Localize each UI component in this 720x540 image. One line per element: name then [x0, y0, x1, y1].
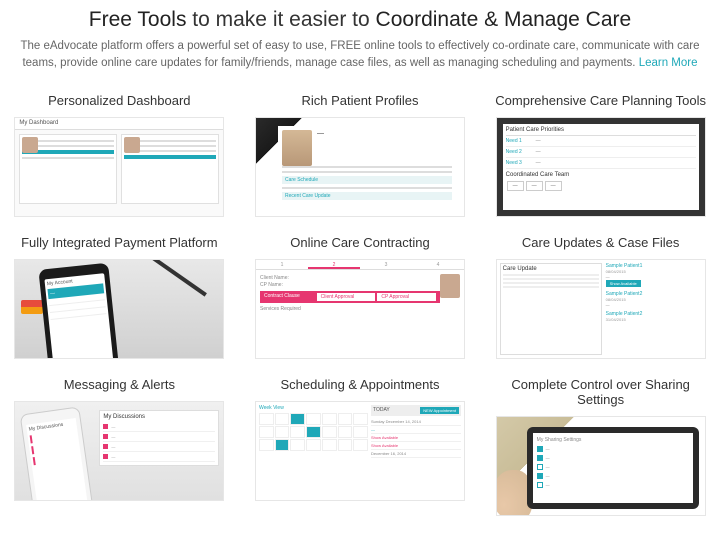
feature-grid: Personalized Dashboard My Dashboard Rich… — [0, 79, 720, 516]
thumb-profiles: — Care Schedule Recent Care Update — [255, 117, 465, 217]
card-title: Complete Control over Sharing Settings — [491, 377, 710, 407]
card-title: Scheduling & Appointments — [251, 377, 470, 392]
thumb-planning: Patient Care Priorities Need 1— Need 2— … — [496, 117, 706, 217]
card-profiles[interactable]: Rich Patient Profiles — Care Schedule Re… — [251, 93, 470, 217]
card-title: Care Updates & Case Files — [491, 235, 710, 250]
card-messaging[interactable]: Messaging & Alerts My Discussions My Dis… — [10, 377, 229, 516]
thumb-scheduling: Week View TODAYNEW Appointment Sunday De… — [255, 401, 465, 501]
card-scheduling[interactable]: Scheduling & Appointments Week View TODA… — [251, 377, 470, 516]
thumb-dashboard: My Dashboard — [14, 117, 224, 217]
card-payment[interactable]: Fully Integrated Payment Platform My Acc… — [10, 235, 229, 359]
card-contracting[interactable]: Online Care Contracting 1234 Client Name… — [251, 235, 470, 359]
thumb-updates: Care Update Sample Patient108/04/2015—Sh… — [496, 259, 706, 359]
card-title: Messaging & Alerts — [10, 377, 229, 392]
card-title: Personalized Dashboard — [10, 93, 229, 108]
card-planning[interactable]: Comprehensive Care Planning Tools Patien… — [491, 93, 710, 217]
title-bold-2: Coordinate & Manage Care — [376, 8, 632, 31]
card-updates[interactable]: Care Updates & Case Files Care Update Sa… — [491, 235, 710, 359]
card-title: Comprehensive Care Planning Tools — [491, 93, 710, 108]
title-bold-1: Free Tools — [89, 8, 187, 31]
learn-more-link[interactable]: Learn More — [639, 57, 698, 69]
hero-section: Free Tools to make it easier to Coordina… — [0, 0, 720, 79]
profile-sec2: Recent Care Update — [282, 192, 452, 200]
dash-header: My Dashboard — [15, 118, 223, 130]
card-sharing[interactable]: Complete Control over Sharing Settings M… — [491, 377, 710, 516]
card-title: Rich Patient Profiles — [251, 93, 470, 108]
hero-desc-text: The eAdvocate platform offers a powerful… — [20, 40, 699, 69]
card-dashboard[interactable]: Personalized Dashboard My Dashboard — [10, 93, 229, 217]
hero-description: The eAdvocate platform offers a powerful… — [20, 38, 700, 73]
card-title: Online Care Contracting — [251, 235, 470, 250]
title-mid: to make it easier to — [186, 8, 375, 31]
card-title: Fully Integrated Payment Platform — [10, 235, 229, 250]
plan-title: Patient Care Priorities — [506, 127, 696, 133]
thumb-messaging: My Discussions My Discussions — — — — — [14, 401, 224, 501]
thumb-payment: My Account — — [14, 259, 224, 359]
profile-sec1: Care Schedule — [282, 176, 452, 184]
plan-coord: Coordinated Care Team — [506, 172, 696, 178]
thumb-contracting: 1234 Client Name: CP Name: Contract Clau… — [255, 259, 465, 359]
page-title: Free Tools to make it easier to Coordina… — [20, 8, 700, 32]
thumb-sharing: My Sharing Settings — — — — — — [496, 416, 706, 516]
